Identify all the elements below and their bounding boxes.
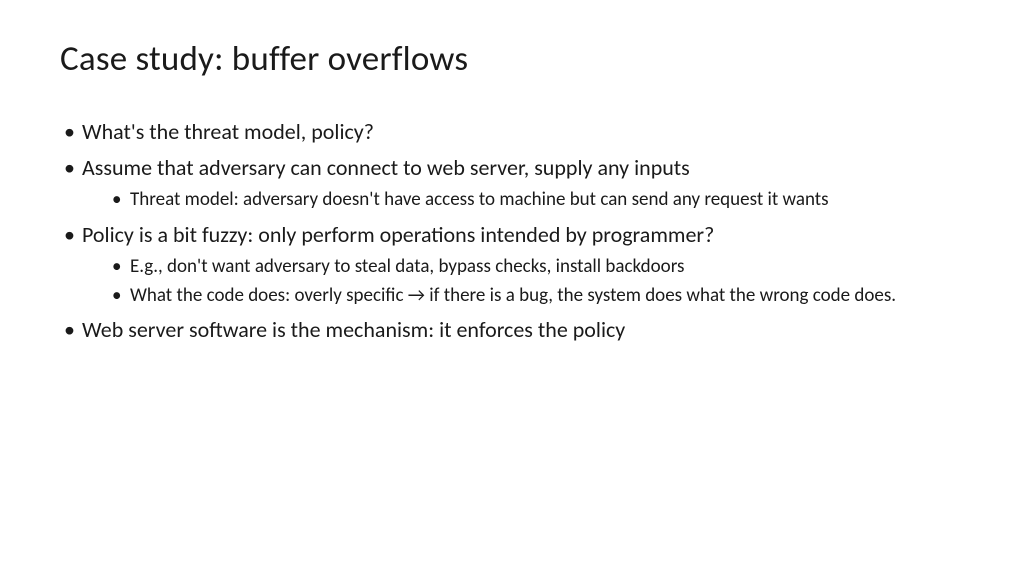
list-item: What's the threat model, policy? [60,118,964,146]
list-item: Assume that adversary can connect to web… [60,154,964,212]
bullet-text: Policy is a bit fuzzy: only perform oper… [82,221,714,248]
bullet-text: What the code does: overly specific → if… [130,284,896,307]
bullet-text: Web server software is the mechanism: it… [82,316,625,343]
list-item: What the code does: overly specific → if… [110,284,964,308]
bullet-list: What's the threat model, policy? Assume … [60,118,964,345]
bullet-text: Threat model: adversary doesn't have acc… [130,188,829,211]
bullet-text: What's the threat model, policy? [82,118,374,145]
sub-bullet-list: E.g., don't want adversary to steal data… [82,255,964,309]
slide-title: Case study: buffer overflows [60,38,964,80]
list-item: Policy is a bit fuzzy: only perform oper… [60,221,964,309]
list-item: E.g., don't want adversary to steal data… [110,255,964,279]
bullet-text: Assume that adversary can connect to web… [82,154,690,181]
list-item: Web server software is the mechanism: it… [60,316,964,344]
list-item: Threat model: adversary doesn't have acc… [110,188,964,212]
bullet-text: E.g., don't want adversary to steal data… [130,255,684,278]
sub-bullet-list: Threat model: adversary doesn't have acc… [82,188,964,212]
